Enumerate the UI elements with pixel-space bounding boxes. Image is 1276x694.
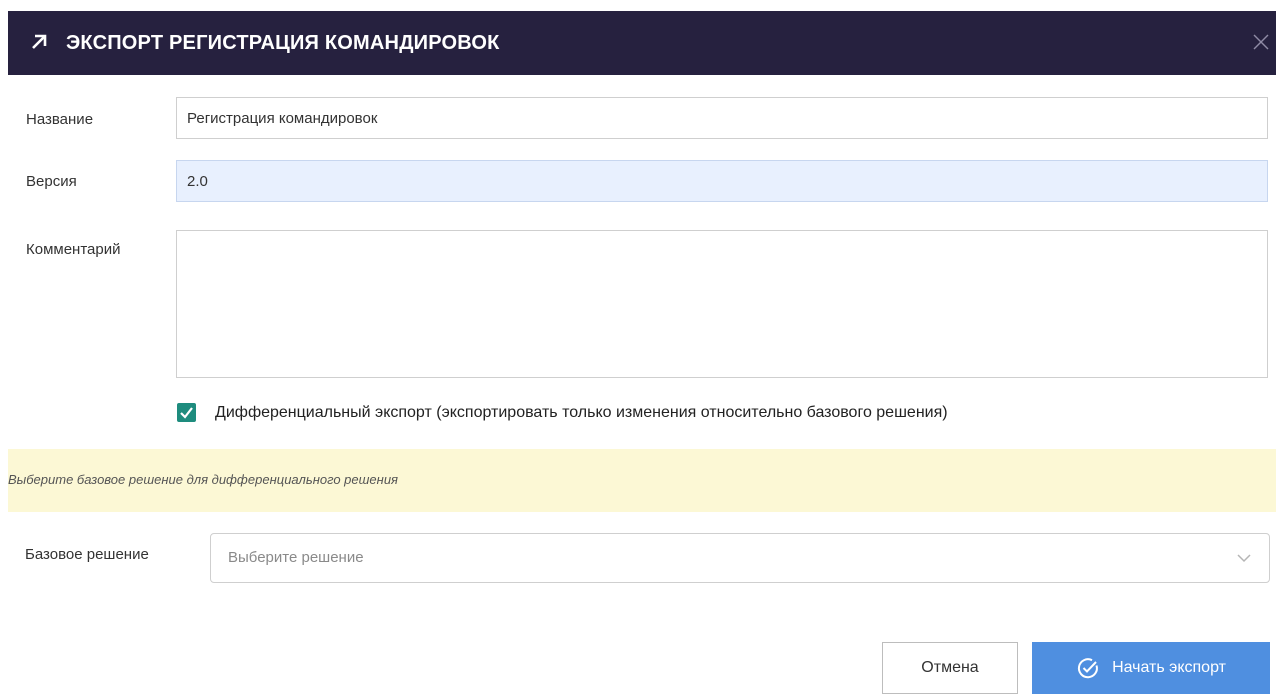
differential-export-checkbox[interactable]	[177, 403, 196, 422]
notice-banner: Выберите базовое решение для дифференциа…	[8, 449, 1276, 512]
close-icon[interactable]	[1252, 33, 1270, 51]
notice-text: Выберите базовое решение для дифференциа…	[8, 472, 398, 487]
chevron-down-icon	[1237, 554, 1251, 563]
differential-export-label[interactable]: Дифференциальный экспорт (экспортировать…	[215, 403, 948, 422]
check-circle-icon	[1078, 658, 1098, 679]
name-input[interactable]	[176, 97, 1268, 139]
checkmark-icon	[180, 407, 193, 419]
name-label: Название	[26, 111, 94, 128]
base-solution-placeholder: Выберите решение	[228, 549, 364, 566]
start-export-button[interactable]: Начать экспорт	[1032, 642, 1270, 694]
start-export-label: Начать экспорт	[1112, 659, 1226, 676]
comment-textarea[interactable]	[176, 230, 1268, 378]
comment-label: Комментарий	[26, 241, 121, 258]
arrow-up-right-icon	[32, 34, 47, 49]
dialog-header: ЭКСПОРТ РЕГИСТРАЦИЯ КОМАНДИРОВОК	[8, 11, 1276, 75]
base-solution-select[interactable]: Выберите решение	[210, 533, 1270, 583]
cancel-button[interactable]: Отмена	[882, 642, 1018, 694]
base-solution-label: Базовое решение	[25, 546, 149, 563]
version-label: Версия	[26, 173, 77, 190]
dialog-title: ЭКСПОРТ РЕГИСТРАЦИЯ КОМАНДИРОВОК	[66, 32, 500, 54]
version-input[interactable]	[176, 160, 1268, 202]
